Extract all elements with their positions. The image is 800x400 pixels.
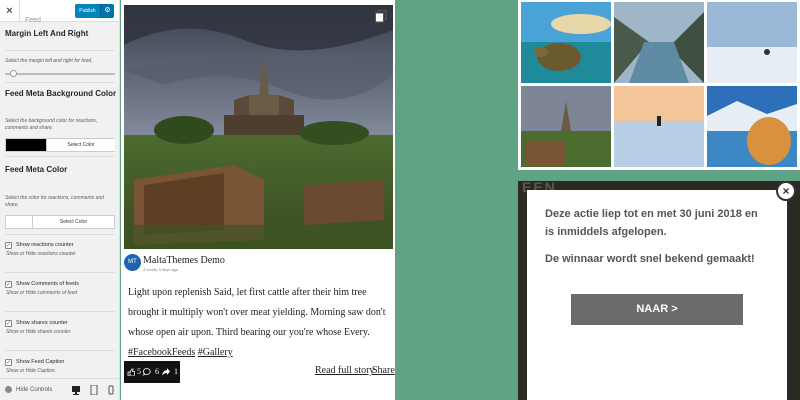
comments-count: 6 — [155, 367, 159, 376]
divider — [5, 311, 115, 312]
divider — [5, 234, 115, 235]
bg-select-color-button[interactable]: Select Color — [46, 139, 115, 151]
checkbox-reactions-box[interactable]: ✓ — [5, 242, 12, 249]
feed-caption: Light upon replenish Said, let first cat… — [128, 283, 390, 363]
customizer-sidebar: × Publish ⚙ Feed Margin Left And Right S… — [0, 0, 120, 400]
author-avatar[interactable]: MT — [124, 254, 141, 271]
checkbox-comments-box[interactable]: ✓ — [5, 281, 12, 288]
popup-message-2: De winnaar wordt snel bekend gemaakt! — [545, 253, 755, 265]
desktop-preview-icon[interactable] — [72, 385, 80, 395]
gallery-copy-icon[interactable] — [375, 10, 387, 23]
hashtag-facebookfeeds[interactable]: #FacebookFeeds — [128, 347, 195, 358]
meta-select-color-button[interactable]: Select Color — [32, 216, 114, 228]
checkbox-caption-desc: Show or Hide Caption. — [6, 368, 57, 374]
customizer-footer: Hide Controls — [0, 378, 119, 400]
margin-slider-track[interactable] — [5, 73, 115, 75]
gallery-thumb-dog[interactable] — [707, 86, 797, 167]
checkbox-comments-desc: Show or Hide comments of feed — [6, 290, 78, 296]
checkbox-reactions-desc: Show or Hide reactions counter — [6, 251, 76, 257]
publish-button[interactable]: Publish — [75, 4, 100, 18]
hashtag-gallery[interactable]: #Gallery — [198, 347, 233, 358]
margin-section-desc: Select the margin left and right for fee… — [5, 58, 93, 64]
gallery-thumb-fjord[interactable] — [614, 2, 704, 83]
divider — [5, 272, 115, 273]
caption-text: Light upon replenish Said, let first cat… — [128, 287, 386, 338]
bg-color-swatch — [6, 139, 46, 151]
mobile-preview-icon[interactable] — [107, 385, 115, 395]
customizer-header: × Publish ⚙ Feed — [0, 0, 119, 24]
checkbox-caption-label: Show Feed Caption — [16, 359, 65, 365]
bg-color-section-desc: Select the background color for reaction… — [5, 118, 98, 131]
popup-close-icon[interactable]: × — [776, 181, 796, 201]
checkbox-reactions-label: Show reactions counter — [16, 242, 74, 248]
hide-controls-button[interactable]: Hide Controls — [16, 386, 52, 394]
meta-color-section-desc: Select the color for reactions, comments… — [5, 195, 104, 208]
divider — [5, 350, 115, 351]
gallery-thumb-snow[interactable] — [707, 2, 797, 83]
like-icon[interactable] — [127, 368, 135, 376]
meta-color-swatch — [6, 216, 32, 228]
gallery-thumb-temple[interactable] — [521, 86, 611, 167]
bg-color-section-title: Feed Meta Background Color — [5, 89, 117, 98]
feed-photo-temple[interactable] — [124, 5, 393, 249]
gear-icon[interactable]: ⚙ — [100, 4, 114, 18]
reactions-count: 5 — [137, 367, 141, 376]
shares-count: 1 — [174, 367, 178, 376]
checkbox-comments-label: Show Comments of feeds — [16, 281, 79, 287]
meta-color-section-title: Feed Meta Color — [5, 165, 68, 174]
checkbox-shares-box[interactable]: ✓ — [5, 320, 12, 327]
hide-controls-icon[interactable] — [5, 386, 12, 393]
customizer-controls: Margin Left And Right Select the margin … — [0, 22, 119, 378]
gallery-thumb-turtle[interactable] — [521, 2, 611, 83]
author-name[interactable]: MaltaThemes Demo — [143, 255, 225, 266]
bg-color-picker[interactable]: Select Color — [5, 138, 115, 152]
feed-meta-bar: 5 6 1 — [124, 361, 180, 383]
popup-message-1: Deze actie liep tot en met 30 juni 2018 … — [545, 208, 758, 238]
divider — [5, 82, 115, 83]
tablet-preview-icon[interactable] — [90, 385, 98, 395]
share-link[interactable]: Share — [372, 365, 395, 376]
checkbox-shares-label: Show shares counter — [16, 320, 68, 326]
meta-color-picker[interactable]: Select Color — [5, 215, 115, 229]
margin-slider-handle[interactable] — [10, 70, 18, 77]
share-arrow-icon[interactable] — [162, 368, 170, 376]
comment-icon[interactable] — [143, 368, 151, 376]
margin-section-title: Margin Left And Right — [5, 29, 89, 38]
checkbox-caption-box[interactable]: ✓ — [5, 359, 12, 366]
naar-button[interactable]: NAAR > — [571, 294, 743, 325]
gallery-thumb-walker[interactable] — [614, 86, 704, 167]
read-full-story-link[interactable]: Read full story — [315, 365, 374, 376]
divider — [5, 156, 115, 157]
close-customizer-button[interactable]: × — [0, 0, 20, 22]
checkbox-shares-desc: Show or Hide shares counter — [6, 329, 71, 335]
post-time: 2 weeks 5 days ago — [143, 267, 178, 272]
divider — [5, 50, 115, 51]
